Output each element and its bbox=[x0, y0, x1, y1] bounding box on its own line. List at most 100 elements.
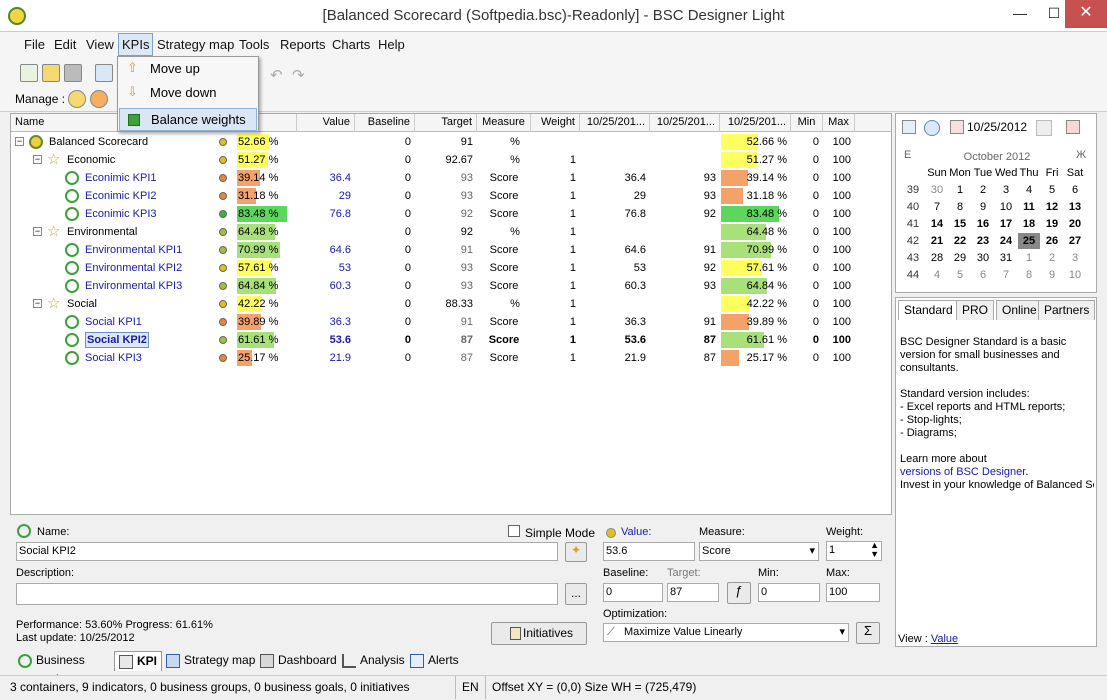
table-row[interactable]: Environmental KPI3 64.84 % 60.3 0 93 Score 1 60… bbox=[11, 277, 891, 295]
table-row[interactable]: Environmental KPI2 57.61 % 53 0 93 Score 1 53 92… bbox=[11, 259, 891, 277]
baseline-input[interactable]: 0 bbox=[603, 583, 663, 602]
calendar-day[interactable]: 7 bbox=[926, 199, 948, 215]
menu-reports[interactable]: Reports bbox=[280, 37, 326, 52]
calendar-day[interactable]: 6 bbox=[972, 267, 994, 283]
calendar-day[interactable]: 4 bbox=[1018, 182, 1040, 198]
table-row[interactable]: − ☆ Social 42.22 % 0 88.33% 1 42.22 % 0 100 bbox=[11, 295, 891, 313]
calendar-icon[interactable] bbox=[902, 120, 916, 134]
calendar-day[interactable]: 20 bbox=[1064, 216, 1086, 232]
calendar-day[interactable]: 28 bbox=[926, 250, 948, 266]
calendar-day[interactable]: 8 bbox=[1018, 267, 1040, 283]
col-date-3[interactable]: 10/25/201... bbox=[720, 114, 791, 132]
menu-file[interactable]: File bbox=[24, 37, 45, 52]
view-value-link[interactable]: Value bbox=[931, 633, 958, 645]
calendar-day[interactable]: 31 bbox=[995, 250, 1017, 266]
calendar-day[interactable]: 6 bbox=[1064, 182, 1086, 198]
tab-standard[interactable]: Standard bbox=[898, 300, 959, 320]
initiatives-button[interactable]: Initiatives bbox=[491, 622, 587, 645]
calendar-day[interactable]: 27 bbox=[1064, 233, 1086, 249]
calendar-day[interactable]: 23 bbox=[972, 233, 994, 249]
simple-mode-checkbox[interactable] bbox=[508, 525, 520, 537]
calendar-day[interactable]: 9 bbox=[1041, 267, 1063, 283]
col-date-1[interactable]: 10/25/201... bbox=[580, 114, 650, 132]
close-button[interactable]: ✕ bbox=[1065, 0, 1107, 28]
menu-charts[interactable]: Charts bbox=[332, 37, 370, 52]
min-input[interactable]: 0 bbox=[758, 583, 820, 602]
col-weight[interactable]: Weight bbox=[531, 114, 580, 132]
forward-arrow-icon[interactable] bbox=[1036, 120, 1052, 136]
tab-strategy-map[interactable]: Strategy map bbox=[162, 651, 256, 671]
add-container-icon[interactable] bbox=[68, 90, 86, 108]
calendar-day[interactable]: 5 bbox=[949, 267, 971, 283]
tab-kpi[interactable]: KPI bbox=[114, 651, 162, 671]
calendar-day[interactable]: 29 bbox=[949, 250, 971, 266]
calendar-day[interactable]: 18 bbox=[1018, 216, 1040, 232]
value-input[interactable]: 53.6 bbox=[603, 542, 695, 561]
tab-partners[interactable]: Partners bbox=[1038, 300, 1096, 320]
menu-strategy-map[interactable]: Strategy map bbox=[157, 37, 234, 52]
table-row[interactable]: − ☆ Economic 51.27 % 0 92.67% 1 51.27 % 0 100 bbox=[11, 151, 891, 169]
menu-kpis[interactable]: KPIs bbox=[118, 33, 154, 56]
calendar-day[interactable]: 15 bbox=[949, 216, 971, 232]
calendar-day[interactable]: 9 bbox=[972, 199, 994, 215]
tab-business-goals[interactable]: Business goals bbox=[14, 651, 114, 686]
chart-icon[interactable] bbox=[95, 64, 113, 82]
save-icon[interactable] bbox=[64, 64, 82, 82]
target-input[interactable]: 87 bbox=[667, 583, 719, 602]
calculate-icon[interactable]: ƒ bbox=[727, 582, 751, 604]
description-more-button[interactable]: ... bbox=[565, 583, 587, 605]
collapse-toggle-icon[interactable]: − bbox=[33, 299, 42, 308]
calendar-day[interactable]: 16 bbox=[972, 216, 994, 232]
today-calendar-icon[interactable] bbox=[950, 120, 964, 134]
collapse-toggle-icon[interactable]: − bbox=[33, 227, 42, 236]
table-row[interactable]: Social KPI3 25.17 % 21.9 0 87 Score 1 21.9 87 25.… bbox=[11, 349, 891, 367]
menu-item-balance-weights[interactable]: Balance weights bbox=[119, 108, 257, 131]
minimize-button[interactable]: — bbox=[1003, 0, 1037, 28]
back-arrow-icon[interactable] bbox=[924, 120, 940, 136]
calendar-day[interactable]: 17 bbox=[995, 216, 1017, 232]
kpi-grid[interactable]: Name Value Baseline Target Measure Weigh… bbox=[10, 113, 892, 515]
col-max[interactable]: Max bbox=[823, 114, 855, 132]
calendar-day[interactable]: 5 bbox=[1041, 182, 1063, 198]
col-date-2[interactable]: 10/25/201... bbox=[650, 114, 720, 132]
next-month-button[interactable]: Ж bbox=[1076, 149, 1086, 161]
tab-online[interactable]: Online bbox=[996, 300, 1043, 320]
calendar-day[interactable]: 3 bbox=[995, 182, 1017, 198]
calendar-day[interactable]: 4 bbox=[926, 267, 948, 283]
magic-wand-icon[interactable]: ✦ bbox=[565, 542, 587, 562]
optimization-select[interactable]: ⟋ Maximize Value Linearly ▾ bbox=[603, 623, 849, 642]
calendar-day[interactable]: 10 bbox=[1064, 267, 1086, 283]
calendar-day[interactable]: 1 bbox=[1018, 250, 1040, 266]
add-indicator-icon[interactable] bbox=[90, 90, 108, 108]
table-row[interactable]: − Balanced Scorecard 52.66 % 0 91% 52.66 % 0 10… bbox=[11, 133, 891, 151]
weight-stepper[interactable]: 1 ▲ ▼ bbox=[826, 541, 882, 561]
calendar-day[interactable]: 14 bbox=[926, 216, 948, 232]
table-row[interactable]: Econimic KPI2 31.18 % 29 0 93 Score 1 29 93 31.18… bbox=[11, 187, 891, 205]
tab-analysis[interactable]: Analysis bbox=[338, 651, 406, 671]
calendar-day[interactable]: 11 bbox=[1018, 199, 1040, 215]
redo-icon[interactable]: ↷ bbox=[292, 66, 310, 84]
max-input[interactable]: 100 bbox=[826, 583, 880, 602]
calendar-day[interactable]: 22 bbox=[949, 233, 971, 249]
versions-link[interactable]: versions of BSC Designer bbox=[900, 466, 1025, 478]
new-file-icon[interactable] bbox=[20, 64, 38, 82]
menu-help[interactable]: Help bbox=[378, 37, 405, 52]
table-row[interactable]: Econimic KPI1 39.14 % 36.4 0 93 Score 1 36.4 93 3… bbox=[11, 169, 891, 187]
col-min[interactable]: Min bbox=[791, 114, 823, 132]
measure-select[interactable]: Score ▾ bbox=[699, 542, 819, 561]
calendar-day[interactable]: 30 bbox=[926, 182, 948, 198]
table-row[interactable]: Environmental KPI1 70.99 % 64.6 0 91 Score 1 64… bbox=[11, 241, 891, 259]
sigma-icon[interactable]: Σ bbox=[856, 622, 880, 644]
calendar-day[interactable]: 10 bbox=[995, 199, 1017, 215]
col-target[interactable]: Target bbox=[415, 114, 477, 132]
table-row[interactable]: Social KPI1 39.89 % 36.3 0 91 Score 1 36.3 91 39.… bbox=[11, 313, 891, 331]
collapse-toggle-icon[interactable]: − bbox=[15, 137, 24, 146]
col-value[interactable]: Value bbox=[297, 114, 355, 132]
tab-dashboard[interactable]: Dashboard bbox=[256, 651, 338, 671]
stepper-arrows-icon[interactable]: ▲ ▼ bbox=[870, 541, 879, 559]
table-row[interactable]: Social KPI2 61.61 % 53.6 0 87 Score 1 53.6 87 61.… bbox=[11, 331, 891, 349]
calendar-day[interactable]: 13 bbox=[1064, 199, 1086, 215]
menu-item-move-up[interactable]: ⇧ Move up bbox=[119, 58, 257, 81]
description-input[interactable] bbox=[16, 583, 558, 605]
clear-date-icon[interactable] bbox=[1066, 120, 1080, 134]
